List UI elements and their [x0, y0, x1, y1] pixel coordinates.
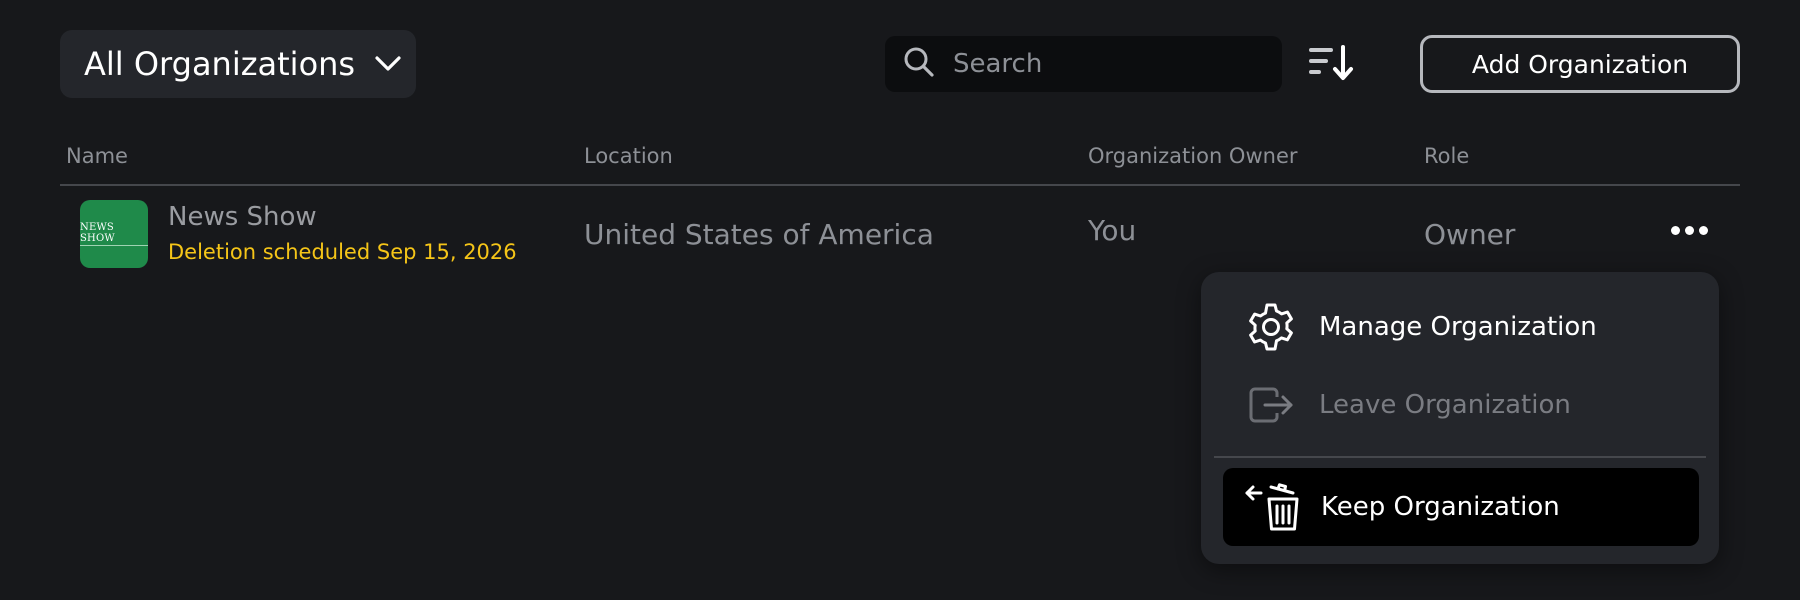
- column-header-location[interactable]: Location: [584, 144, 673, 168]
- organizations-page: All Organizations Add Organization Name …: [0, 0, 1800, 600]
- column-header-owner[interactable]: Organization Owner: [1088, 144, 1298, 168]
- more-dot-icon: [1670, 225, 1680, 235]
- menu-item-keep-organization[interactable]: Keep Organization: [1223, 468, 1699, 546]
- column-header-name[interactable]: Name: [66, 144, 128, 168]
- menu-item-leave-organization[interactable]: Leave Organization: [1221, 370, 1699, 440]
- menu-item-manage-organization[interactable]: Manage Organization: [1221, 292, 1699, 362]
- more-dot-icon: [1684, 225, 1694, 235]
- sort-button[interactable]: [1306, 40, 1356, 90]
- menu-divider: [1214, 456, 1706, 458]
- menu-item-label: Keep Organization: [1321, 492, 1560, 522]
- organization-context-menu: Manage Organization Leave Organization K…: [1201, 272, 1719, 564]
- add-organization-button[interactable]: Add Organization: [1420, 35, 1740, 93]
- more-options-button[interactable]: [1664, 212, 1714, 248]
- deletion-scheduled-notice: Deletion scheduled Sep 15, 2026: [168, 240, 517, 264]
- organization-role: Owner: [1424, 218, 1516, 251]
- search-icon: [903, 46, 935, 82]
- organization-filter-label: All Organizations: [84, 45, 356, 83]
- organization-name[interactable]: News Show: [168, 202, 317, 232]
- search-box: [885, 36, 1282, 92]
- search-input[interactable]: [953, 49, 1253, 79]
- chevron-down-icon: [373, 49, 403, 79]
- organization-filter-dropdown[interactable]: All Organizations: [60, 30, 416, 98]
- organization-location: United States of America: [584, 218, 934, 251]
- gear-icon: [1239, 295, 1303, 359]
- organization-logo-text: NEWS SHOW: [80, 222, 148, 246]
- organization-owner: You: [1088, 214, 1137, 247]
- menu-item-label: Leave Organization: [1319, 390, 1571, 420]
- exit-icon: [1239, 373, 1303, 437]
- sort-descending-icon: [1308, 43, 1354, 87]
- column-header-role[interactable]: Role: [1424, 144, 1469, 168]
- organization-logo: NEWS SHOW: [80, 200, 148, 268]
- restore-trash-icon: [1241, 475, 1305, 539]
- more-dot-icon: [1698, 225, 1708, 235]
- menu-item-label: Manage Organization: [1319, 312, 1597, 342]
